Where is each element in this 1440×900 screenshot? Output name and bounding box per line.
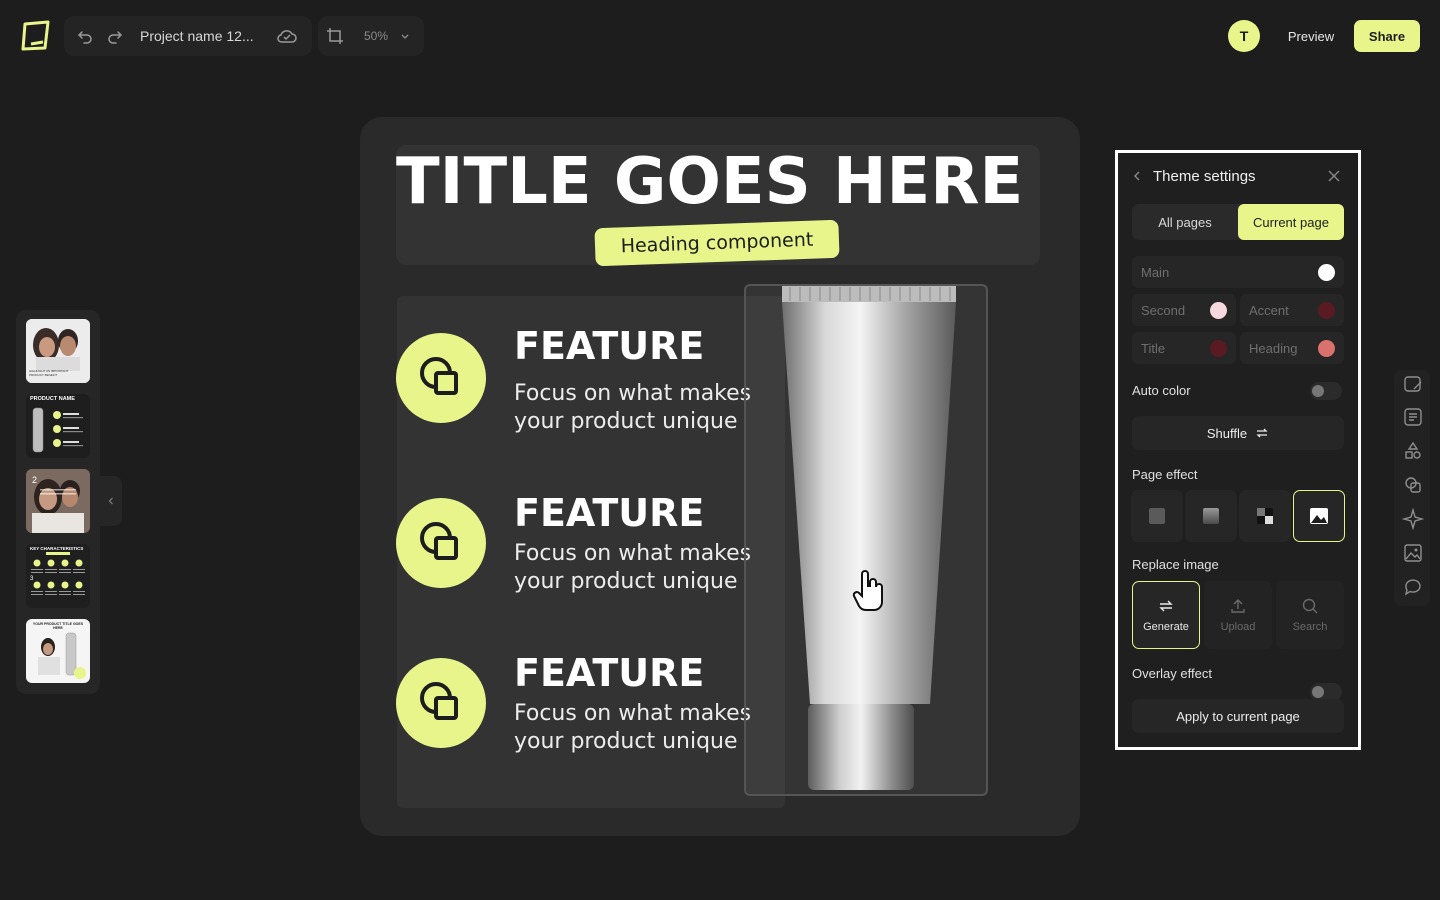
project-name[interactable]: Project name 12... — [140, 28, 262, 44]
color-main[interactable]: Main — [1132, 256, 1344, 288]
effect-gradient[interactable] — [1185, 490, 1237, 542]
image-icon — [1310, 508, 1328, 524]
gradient-square-icon — [1203, 508, 1219, 524]
color-swatch[interactable] — [1210, 339, 1227, 357]
auto-color-label: Auto color — [1132, 383, 1191, 398]
shuffle-button[interactable]: Shuffle — [1132, 416, 1344, 450]
shuffle-label: Shuffle — [1206, 425, 1248, 441]
page-effect-label: Page effect — [1132, 467, 1198, 482]
preview-button[interactable]: Preview — [1278, 20, 1344, 52]
feature-icon-circle[interactable] — [396, 333, 486, 423]
color-swatch[interactable] — [1318, 263, 1335, 281]
tab-current-page[interactable]: Current page — [1238, 204, 1344, 240]
theme-settings-panel — [1119, 154, 1357, 746]
slide-title[interactable]: TITLE GOES HERE — [396, 146, 1044, 218]
page-thumbnail-1[interactable]: HIGHLIGHT AN IMPORTANT PRODUCT BENEFIT — [26, 319, 90, 383]
collapse-thumbnails-button[interactable] — [100, 476, 122, 526]
page-thumbnail-4[interactable]: KEY CHARACTERISTICS 3 — [26, 544, 90, 608]
search-image-button[interactable]: Search — [1276, 581, 1344, 649]
color-swatch[interactable] — [1318, 339, 1335, 357]
upload-image-button[interactable]: Upload — [1204, 581, 1272, 649]
pattern-square-icon — [1257, 508, 1273, 524]
color-title-label: Title — [1141, 340, 1166, 356]
elements-icon[interactable] — [1402, 474, 1424, 496]
effect-image[interactable] — [1293, 490, 1345, 542]
product-tube-image[interactable] — [770, 284, 970, 796]
zoom-toolbar: 50% — [318, 16, 424, 56]
logo-icon — [21, 20, 50, 51]
apply-current-page-button[interactable]: Apply to current page — [1132, 699, 1344, 733]
feature-icon-circle[interactable] — [396, 658, 486, 748]
back-icon[interactable] — [1130, 169, 1144, 186]
effect-pattern[interactable] — [1239, 490, 1291, 542]
shapes-icon[interactable] — [1402, 440, 1424, 462]
color-main-label: Main — [1141, 264, 1170, 280]
crop-icon[interactable] — [320, 21, 350, 51]
thumbnail-caption: 2 — [32, 475, 38, 485]
page-thumbnail-5[interactable]: YOUR PRODUCT TITLE GOES HERE — [26, 619, 90, 683]
feature-title[interactable]: FEATURE — [514, 491, 704, 535]
feature-icon-circle[interactable] — [396, 498, 486, 588]
color-swatch[interactable] — [1318, 301, 1335, 319]
page-thumbnail-2[interactable]: PRODUCT NAME — [26, 394, 90, 458]
color-second-label: Second — [1141, 302, 1186, 318]
text-icon[interactable] — [1402, 406, 1424, 428]
shuffle-icon — [1256, 428, 1268, 438]
color-title[interactable]: Title — [1132, 332, 1236, 364]
zoom-level[interactable]: 50% — [364, 29, 396, 43]
generate-image-button[interactable]: Generate — [1132, 581, 1200, 649]
project-toolbar: Project name 12... — [64, 16, 312, 56]
auto-color-toggle[interactable] — [1310, 382, 1342, 400]
share-button[interactable]: Share — [1354, 20, 1420, 52]
chevron-left-icon — [108, 497, 113, 505]
thumbnail-caption: HIGHLIGHT AN IMPORTANT PRODUCT BENEFIT — [29, 369, 69, 377]
comment-icon[interactable] — [1402, 576, 1424, 598]
replace-image-label: Replace image — [1132, 557, 1219, 572]
shapes-icon — [420, 357, 458, 395]
close-icon[interactable] — [1325, 167, 1343, 185]
chevron-down-icon[interactable] — [396, 21, 414, 51]
page-thumbnails: HIGHLIGHT AN IMPORTANT PRODUCT BENEFIT P… — [16, 310, 100, 694]
feature-title[interactable]: FEATURE — [514, 651, 704, 695]
user-avatar[interactable]: T — [1228, 20, 1260, 52]
shapes-icon — [420, 682, 458, 720]
overlay-effect-label: Overlay effect — [1132, 666, 1212, 681]
color-accent[interactable]: Accent — [1240, 294, 1344, 326]
scope-tabs: All pages Current page — [1132, 204, 1344, 240]
generate-icon — [1159, 600, 1173, 612]
upload-icon — [1231, 599, 1245, 613]
redo-icon[interactable] — [100, 21, 130, 51]
page-thumbnail-3[interactable]: 2 — [26, 469, 90, 533]
undo-icon[interactable] — [70, 21, 100, 51]
search-label: Search — [1292, 621, 1328, 633]
shapes-icon — [420, 522, 458, 560]
panel-title: Theme settings — [1153, 168, 1256, 185]
solid-square-icon — [1149, 508, 1165, 524]
upload-label: Upload — [1220, 621, 1256, 633]
search-icon — [1302, 598, 1318, 614]
color-heading-label: Heading — [1249, 340, 1298, 356]
feature-title[interactable]: FEATURE — [514, 324, 704, 368]
color-swatch[interactable] — [1210, 301, 1227, 319]
tab-all-pages[interactable]: All pages — [1132, 204, 1238, 240]
svg-text:3: 3 — [30, 576, 34, 582]
color-second[interactable]: Second — [1132, 294, 1236, 326]
sparkle-icon[interactable] — [1402, 508, 1424, 530]
app-logo[interactable] — [18, 18, 54, 54]
effect-none[interactable] — [1131, 490, 1183, 542]
color-accent-label: Accent — [1249, 302, 1289, 318]
generate-label: Generate — [1143, 621, 1189, 633]
color-heading[interactable]: Heading — [1240, 332, 1344, 364]
edit-page-icon[interactable] — [1402, 373, 1424, 395]
image-icon[interactable] — [1402, 542, 1424, 564]
cloud-sync-icon[interactable] — [272, 21, 302, 51]
